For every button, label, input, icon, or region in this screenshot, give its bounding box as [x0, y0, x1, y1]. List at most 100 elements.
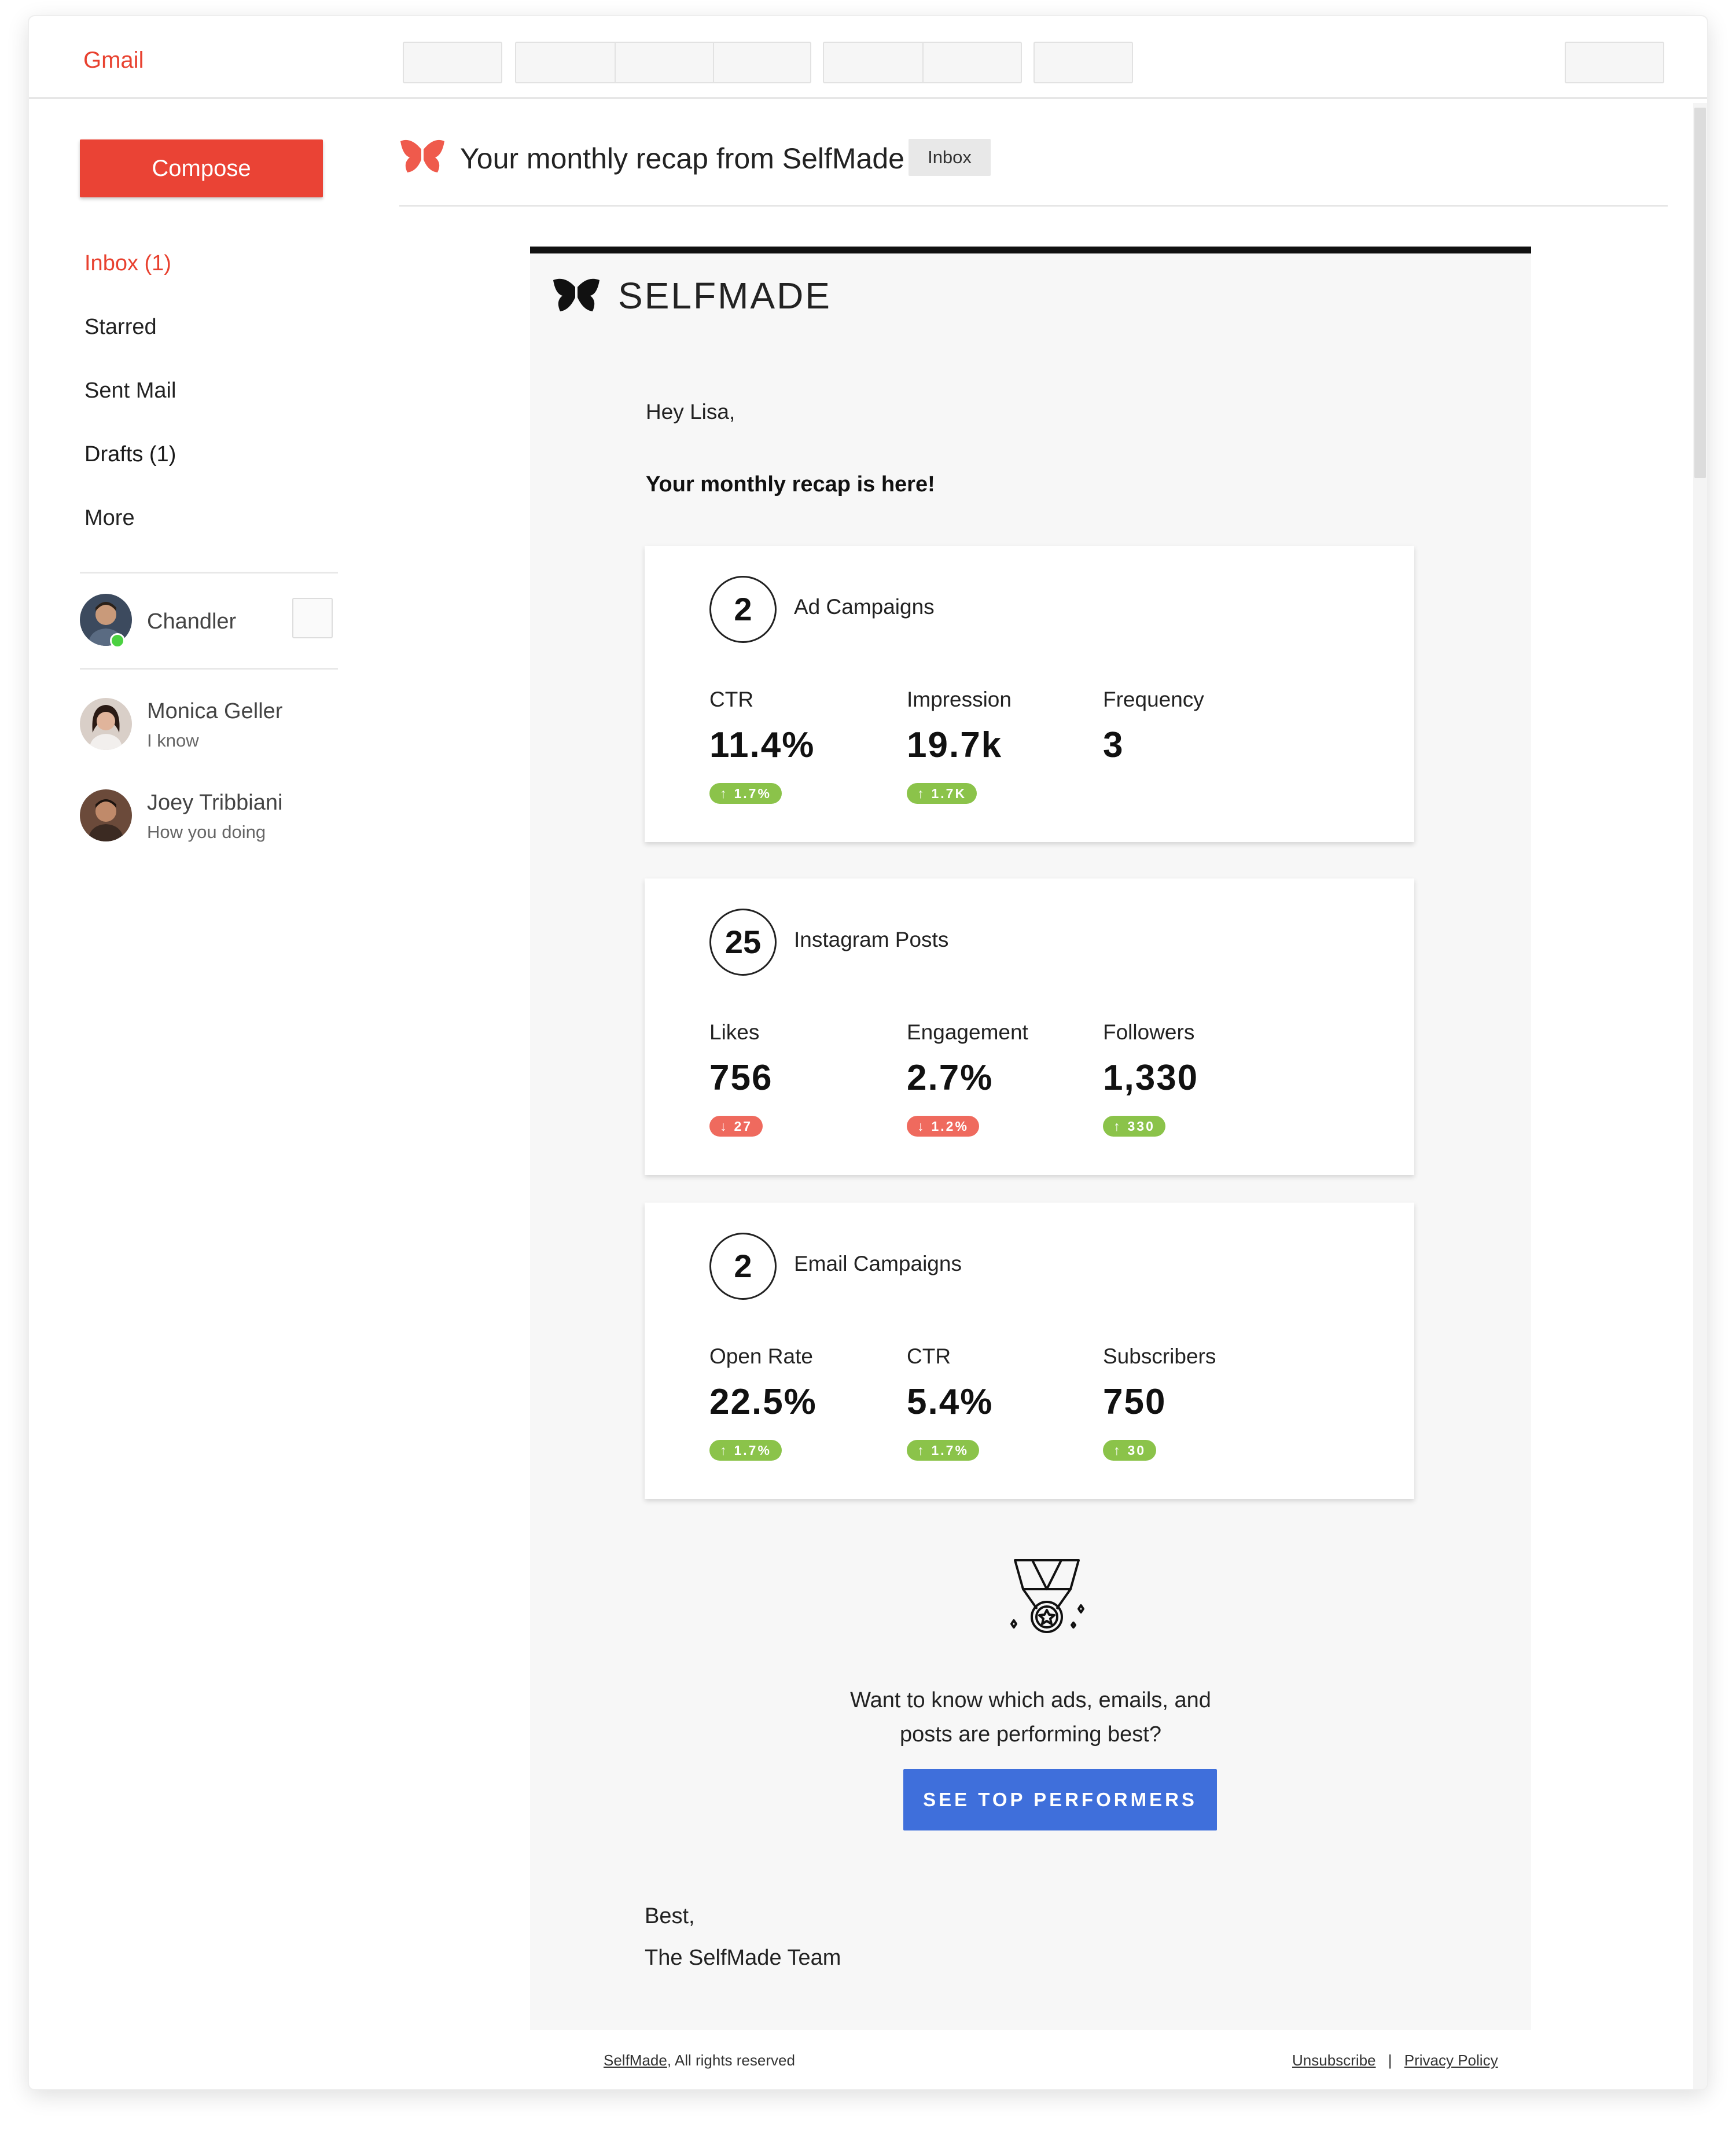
delta-badge-up: ↑ 1.7% — [709, 783, 782, 804]
avatar-joey[interactable] — [80, 789, 132, 841]
delta-badge-up: ↑ 1.7% — [907, 1440, 979, 1461]
metric-engagement: Engagement 2.7% ↓ 1.2% — [907, 1020, 1092, 1137]
email-subject: Your monthly recap from SelfMade — [460, 142, 904, 175]
delta-badge-down: ↓ 1.2% — [907, 1116, 979, 1137]
greeting: Hey Lisa, — [646, 400, 735, 424]
delta-value: 1.7K — [931, 786, 967, 801]
contact-name-chandler[interactable]: Chandler — [147, 609, 236, 634]
metric-value: 19.7k — [907, 725, 1003, 765]
subject-divider — [399, 205, 1668, 207]
arrow-up-icon: ↑ — [1113, 1119, 1122, 1134]
delta-value: 1.7% — [931, 1443, 969, 1458]
footer-copyright: SelfMade, All rights reserved — [604, 2052, 795, 2069]
card-instagram-posts: 25 Instagram Posts Likes 756 ↓ 27 Engagem… — [645, 878, 1414, 1175]
butterfly-icon — [553, 278, 599, 311]
delta-badge-up: ↑ 30 — [1103, 1440, 1157, 1461]
metric-likes: Likes 756 ↓ 27 — [709, 1020, 895, 1137]
metric-frequency: Frequency 3 — [1103, 688, 1288, 766]
selfmade-wordmark: SELFMADE — [618, 275, 832, 317]
arrow-down-icon: ↓ — [917, 1119, 926, 1134]
metric-value: 3 — [1103, 725, 1124, 765]
sidebar-item-inbox[interactable]: Inbox (1) — [84, 251, 171, 276]
toolbar-divider — [713, 43, 714, 82]
see-top-performers-button[interactable]: SEE TOP PERFORMERS — [903, 1769, 1217, 1830]
toolbar-button-settings[interactable] — [1565, 42, 1664, 83]
metric-open-rate: Open Rate 22.5% ↑ 1.7% — [709, 1344, 895, 1461]
selfmade-link[interactable]: SelfMade — [604, 2052, 667, 2069]
top-bar: Gmail — [29, 16, 1707, 99]
metric-value: 22.5% — [709, 1382, 817, 1422]
sidebar-item-drafts[interactable]: Drafts (1) — [84, 442, 176, 467]
metric-value: 756 — [709, 1058, 773, 1098]
metric-ctr: CTR 5.4% ↑ 1.7% — [907, 1344, 1092, 1461]
delta-badge-up: ↑ 1.7K — [907, 783, 977, 804]
toolbar-button-more[interactable] — [1033, 42, 1133, 83]
contact-name-joey[interactable]: Joey Tribbiani — [147, 791, 282, 815]
sidebar-item-sent-mail[interactable]: Sent Mail — [84, 378, 176, 403]
delta-badge-up: ↑ 1.7% — [709, 1440, 782, 1461]
count-badge: 2 — [709, 1233, 777, 1300]
arrow-up-icon: ↑ — [720, 1443, 729, 1458]
metric-impression: Impression 19.7k ↑ 1.7K — [907, 688, 1092, 804]
inbox-label[interactable]: Inbox — [909, 139, 991, 176]
privacy-policy-link[interactable]: Privacy Policy — [1404, 2052, 1498, 2069]
delta-badge-down: ↓ 27 — [709, 1116, 763, 1137]
recap-headline: Your monthly recap is here! — [646, 472, 935, 497]
footer-links: Unsubscribe | Privacy Policy — [1292, 2052, 1498, 2069]
delta-value: 27 — [734, 1119, 753, 1134]
gmail-window: Gmail Compose Inbox (1) Starred Sent Mai… — [29, 16, 1707, 2089]
toolbar-button-back[interactable] — [403, 42, 502, 83]
delta-value: 30 — [1127, 1443, 1146, 1458]
metric-label: Subscribers — [1103, 1344, 1216, 1368]
delta-badge-up: ↑ 330 — [1103, 1116, 1165, 1137]
medal-icon — [1010, 1559, 1084, 1633]
toolbar-divider — [615, 43, 616, 82]
gmail-logo[interactable]: Gmail — [83, 47, 144, 73]
metric-value: 750 — [1103, 1382, 1167, 1422]
metric-followers: Followers 1,330 ↑ 330 — [1103, 1020, 1288, 1137]
arrow-up-icon: ↑ — [917, 786, 926, 801]
compose-button[interactable]: Compose — [80, 139, 323, 197]
scrollbar-thumb[interactable] — [1694, 108, 1706, 478]
sidebar-item-more[interactable]: More — [84, 506, 135, 531]
metric-value: 1,330 — [1103, 1058, 1199, 1098]
butterfly-icon — [400, 139, 444, 172]
metric-value: 11.4% — [709, 725, 815, 765]
footer-separator: | — [1388, 2052, 1392, 2069]
toolbar-group-move — [823, 42, 1022, 83]
metric-value: 2.7% — [907, 1058, 994, 1098]
avatar-monica[interactable] — [80, 698, 132, 750]
signoff-line-2: The SelfMade Team — [645, 1946, 841, 1970]
signoff-line-1: Best, — [645, 1904, 695, 1928]
metric-label: CTR — [907, 1344, 951, 1368]
arrow-up-icon: ↑ — [720, 786, 729, 801]
cta-text-line-2: posts are performing best? — [899, 1722, 1161, 1747]
metric-label: Followers — [1103, 1020, 1195, 1044]
sidebar-divider — [80, 668, 338, 670]
cta-text-line-1: Want to know which ads, emails, and — [850, 1688, 1211, 1712]
toolbar-group-actions — [515, 42, 811, 83]
metric-label: Engagement — [907, 1020, 1028, 1044]
metric-label: Likes — [709, 1020, 760, 1044]
online-indicator — [110, 633, 125, 648]
unsubscribe-link[interactable]: Unsubscribe — [1292, 2052, 1376, 2069]
contact-status-monica: I know — [147, 730, 199, 751]
metric-label: CTR — [709, 688, 754, 711]
sidebar-item-starred[interactable]: Starred — [84, 315, 157, 340]
sidebar-divider — [80, 572, 338, 574]
contact-name-monica[interactable]: Monica Geller — [147, 699, 282, 724]
delta-value: 1.7% — [734, 1443, 771, 1458]
arrow-up-icon: ↑ — [1113, 1443, 1122, 1458]
count-badge: 2 — [709, 576, 777, 643]
arrow-up-icon: ↑ — [917, 1443, 926, 1458]
card-title: Email Campaigns — [794, 1252, 962, 1275]
chat-toggle-chandler[interactable] — [292, 598, 333, 638]
delta-value: 1.2% — [931, 1119, 969, 1134]
contact-status-joey: How you doing — [147, 822, 266, 842]
toolbar-divider — [922, 43, 924, 82]
card-title: Instagram Posts — [794, 928, 949, 951]
count-badge: 25 — [709, 909, 777, 976]
metric-ctr: CTR 11.4% ↑ 1.7% — [709, 688, 895, 804]
card-title: Ad Campaigns — [794, 595, 935, 619]
metric-subscribers: Subscribers 750 ↑ 30 — [1103, 1344, 1288, 1461]
